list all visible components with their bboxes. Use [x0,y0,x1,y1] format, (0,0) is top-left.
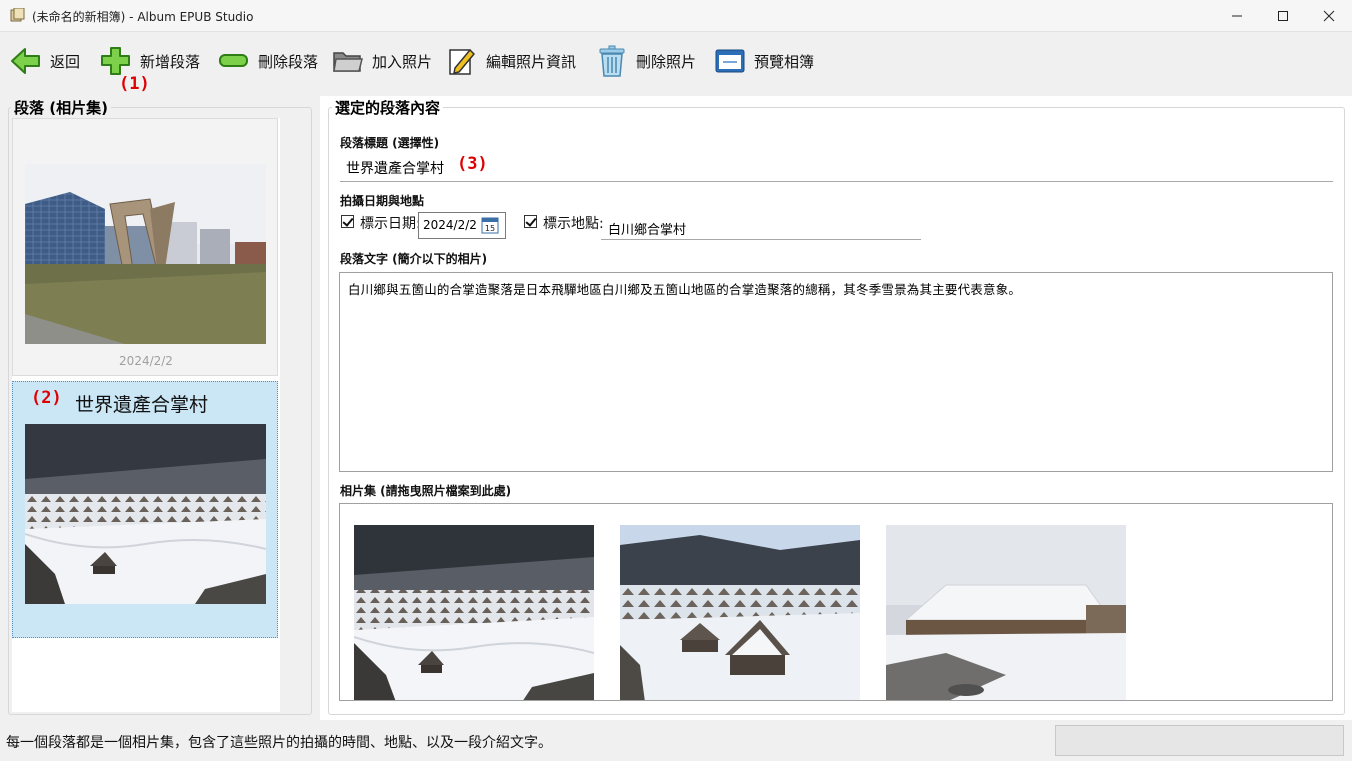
show-location-label: 標示地點: [543,216,604,232]
title-bar: (未命名的新相簿) - Album EPUB Studio [0,0,1352,32]
section-text-area[interactable]: 白川鄉與五箇山的合掌造聚落是日本飛驒地區白川鄉及五箇山地區的合掌造聚落的總稱，其… [339,272,1333,472]
annotation-mark-2: (2) [31,388,62,408]
datetime-location-label: 拍攝日期與地點 [340,194,425,208]
section-card[interactable]: 2024/2/2 [12,118,278,376]
status-text: 每一個段落都是一個相片集，包含了這些照片的拍攝的時間、地點、以及一段介紹文字。 [6,735,552,751]
photo-thumbnail[interactable] [620,525,860,700]
delete-photo-label: 刪除照片 [636,52,697,71]
status-progress-field [1055,725,1344,756]
add-section-button[interactable]: 新增段落 [100,45,200,77]
calendar-icon-text: 15 [485,224,495,233]
date-value: 2024/2/2 [423,218,477,232]
section-card-title: 世界遺產合掌村 [75,394,209,416]
photos-label: 相片集 (請拖曳照片檔案到此處) [340,484,512,498]
show-location-checkbox[interactable] [524,215,537,228]
minimize-icon [1232,15,1242,17]
trash-icon [599,45,625,77]
add-photo-label: 加入照片 [372,52,433,71]
back-button[interactable]: 返回 [10,45,80,77]
close-icon [1323,10,1335,22]
edit-photo-button[interactable]: 編輯照片資訊 [446,45,576,77]
app-icon [10,8,25,22]
close-button[interactable] [1306,0,1352,32]
maximize-button[interactable] [1260,0,1306,32]
show-date-label: 標示日期: [360,216,421,232]
edit-photo-label: 編輯照片資訊 [486,52,577,71]
delete-section-button[interactable]: 刪除段落 [218,45,318,77]
photo-thumbnail[interactable] [886,525,1126,700]
preview-label: 預覽相簿 [754,52,815,71]
window-title: (未命名的新相簿) - Album EPUB Studio [32,10,254,24]
delete-section-label: 刪除段落 [258,52,319,71]
section-list-legend: 段落 (相片集) [11,97,111,118]
section-thumbnail [25,424,266,604]
back-arrow-icon [11,48,40,74]
section-card-selected[interactable]: (2) 世界遺產合掌村 [12,381,278,638]
section-text-label: 段落文字 (簡介以下的相片) [340,252,488,266]
app-window: (未命名的新相簿) - Album EPUB Studio 返回 新增段落 刪除… [0,0,1352,761]
location-input[interactable]: 白川鄉合掌村 [601,214,921,240]
show-date-checkbox[interactable] [341,215,354,228]
pencil-note-icon [449,49,475,75]
minus-icon [219,54,248,67]
add-photo-button[interactable]: 加入照片 [332,45,432,77]
preview-window-icon [715,49,745,73]
photo-thumbnail[interactable] [354,525,594,700]
section-date: 2024/2/2 [119,354,173,368]
preview-button[interactable]: 預覽相簿 [714,45,814,77]
section-list[interactable]: 2024/2/2 (2) 世界遺產合掌村 [12,118,280,712]
date-picker[interactable]: 2024/2/2 15 [418,212,506,239]
annotation-mark-3: (3) [457,154,488,174]
section-title-input[interactable]: 世界遺產合掌村 [340,150,1333,182]
section-title-label: 段落標題 (選擇性) [340,136,440,150]
minimize-button[interactable] [1214,0,1260,32]
plus-icon [101,47,130,75]
section-detail-legend: 選定的段落內容 [332,97,444,118]
add-section-label: 新增段落 [140,52,201,71]
annotation-mark-1: (1) [119,74,150,94]
maximize-icon [1278,11,1288,21]
folder-icon [333,52,363,72]
section-text-value: 白川鄉與五箇山的合掌造聚落是日本飛驒地區白川鄉及五箇山地區的合掌造聚落的總稱，其… [348,282,1022,297]
calendar-icon[interactable]: 15 [481,216,499,234]
section-title-value: 世界遺產合掌村 [346,161,444,177]
toolbar: 返回 新增段落 刪除段落 加入照片 編輯照片資訊 刪除照片 預覽相簿 [0,33,1352,91]
delete-photo-button[interactable]: 刪除照片 [596,45,696,77]
section-thumbnail [25,164,266,344]
back-label: 返回 [50,52,81,71]
photo-drop-area[interactable] [339,503,1333,701]
location-value: 白川鄉合掌村 [608,223,687,238]
